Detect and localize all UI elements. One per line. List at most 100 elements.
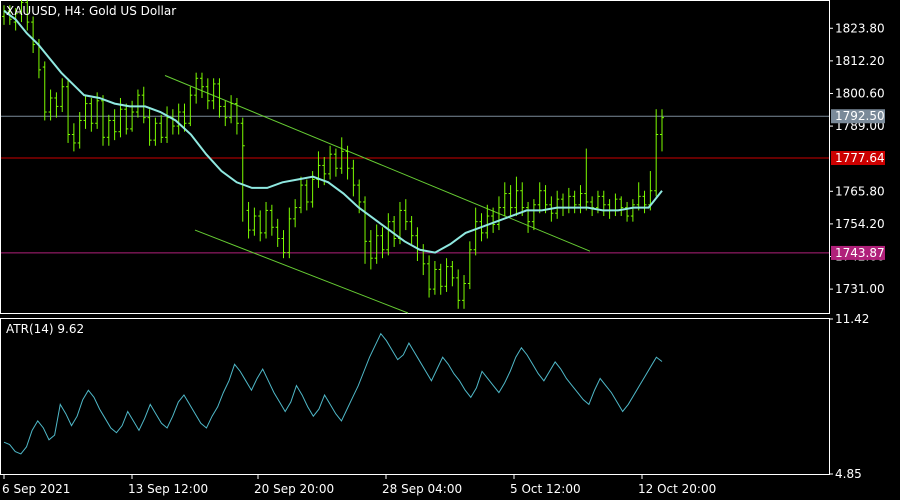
atr-axis: 11.42 4.85 bbox=[829, 312, 869, 481]
candle bbox=[432, 261, 437, 295]
indicator-pane-frame bbox=[0, 318, 830, 475]
candle bbox=[165, 106, 170, 143]
candle bbox=[531, 199, 536, 231]
candle bbox=[526, 201, 531, 233]
candle bbox=[607, 199, 612, 219]
candle bbox=[462, 275, 467, 309]
candle bbox=[572, 190, 577, 214]
trend-channel[interactable] bbox=[164, 75, 591, 314]
candle bbox=[508, 185, 513, 217]
candle bbox=[66, 78, 71, 143]
candle bbox=[363, 196, 368, 264]
candle bbox=[636, 182, 641, 211]
candle bbox=[252, 207, 257, 236]
price-level-label-level-magenta: 1743.87 bbox=[835, 246, 885, 260]
atr-series bbox=[3, 332, 663, 455]
candle bbox=[368, 230, 373, 270]
candle bbox=[141, 86, 146, 124]
candle bbox=[502, 182, 507, 217]
atr-indicator-label: ATR(14) 9.62 bbox=[6, 322, 84, 336]
candle bbox=[380, 227, 385, 259]
candle bbox=[438, 263, 443, 295]
candle bbox=[287, 207, 292, 259]
candle bbox=[217, 78, 222, 118]
main-pane-frame bbox=[0, 0, 830, 314]
channel-upper-line bbox=[164, 75, 591, 252]
candle bbox=[566, 187, 571, 214]
candle bbox=[159, 114, 164, 143]
candle bbox=[421, 244, 426, 276]
candle bbox=[153, 117, 158, 146]
candle bbox=[403, 199, 408, 231]
time-tick-label: 12 Oct 20:00 bbox=[638, 482, 716, 496]
candle bbox=[77, 112, 82, 149]
time-tick-label: 28 Sep 04:00 bbox=[382, 482, 462, 496]
price-tick-label: 1731.00 bbox=[835, 282, 885, 296]
candle bbox=[328, 145, 333, 180]
atr-line bbox=[3, 332, 663, 455]
candle bbox=[409, 216, 414, 245]
candle bbox=[450, 261, 455, 287]
candle bbox=[642, 190, 647, 214]
candle bbox=[170, 109, 175, 135]
candle bbox=[578, 185, 583, 214]
price-tick-label: 1765.80 bbox=[835, 184, 885, 198]
candle bbox=[444, 258, 449, 292]
candle bbox=[264, 201, 269, 239]
candle bbox=[83, 95, 88, 129]
candle bbox=[351, 159, 356, 197]
candles bbox=[2, 0, 664, 309]
candle bbox=[54, 92, 59, 118]
candle bbox=[415, 227, 420, 261]
candle bbox=[281, 230, 286, 259]
candle bbox=[514, 176, 519, 217]
candle bbox=[269, 204, 274, 236]
candle bbox=[386, 213, 391, 256]
price-tick-label: 1800.60 bbox=[835, 86, 885, 100]
time-tick-label: 20 Sep 20:00 bbox=[254, 482, 334, 496]
chart-svg[interactable]: 1823.801812.201800.601789.001765.801754.… bbox=[0, 0, 900, 500]
time-axis[interactable]: 6 Sep 2021 13 Sep 12:00 20 Sep 20:00 28 Sep… bbox=[2, 475, 716, 496]
candle bbox=[176, 103, 181, 135]
candle bbox=[625, 201, 630, 222]
candle bbox=[100, 95, 105, 146]
candle bbox=[456, 269, 461, 309]
candle bbox=[537, 182, 542, 214]
candle bbox=[71, 123, 76, 152]
candle bbox=[590, 196, 595, 217]
candle bbox=[223, 100, 228, 127]
candle bbox=[229, 95, 234, 124]
price-axis[interactable]: 1823.801812.201800.601789.001765.801754.… bbox=[829, 21, 885, 296]
symbol-title: XAUUSD, H4: Gold US Dollar bbox=[6, 4, 176, 18]
atr-tick-label: 11.42 bbox=[835, 312, 869, 326]
time-tick-label: 13 Sep 12:00 bbox=[128, 482, 208, 496]
price-tick-label: 1754.20 bbox=[835, 217, 885, 231]
price-tick-label: 1812.20 bbox=[835, 54, 885, 68]
price-tick-label: 1823.80 bbox=[835, 21, 885, 35]
candle bbox=[316, 151, 321, 188]
candle bbox=[427, 255, 432, 298]
time-tick-label: 5 Oct 12:00 bbox=[510, 482, 581, 496]
candle bbox=[467, 241, 472, 290]
candle bbox=[619, 196, 624, 217]
candle bbox=[135, 89, 140, 118]
time-tick-label: 6 Sep 2021 bbox=[2, 482, 70, 496]
candle bbox=[293, 199, 298, 228]
candle bbox=[124, 103, 129, 135]
atr-tick-label: 4.85 bbox=[835, 467, 862, 481]
candle bbox=[613, 193, 618, 217]
candle bbox=[333, 148, 338, 177]
price-level-label-bid: 1792.50 bbox=[835, 109, 885, 123]
candle bbox=[561, 193, 566, 217]
candle bbox=[60, 78, 65, 113]
candle bbox=[199, 72, 204, 98]
candle bbox=[630, 199, 635, 222]
candle bbox=[112, 109, 117, 141]
candle bbox=[275, 218, 280, 247]
candle bbox=[211, 78, 216, 110]
candle bbox=[298, 176, 303, 214]
candle bbox=[106, 114, 111, 146]
candle bbox=[240, 117, 245, 222]
candle bbox=[374, 224, 379, 264]
candle bbox=[89, 97, 94, 132]
